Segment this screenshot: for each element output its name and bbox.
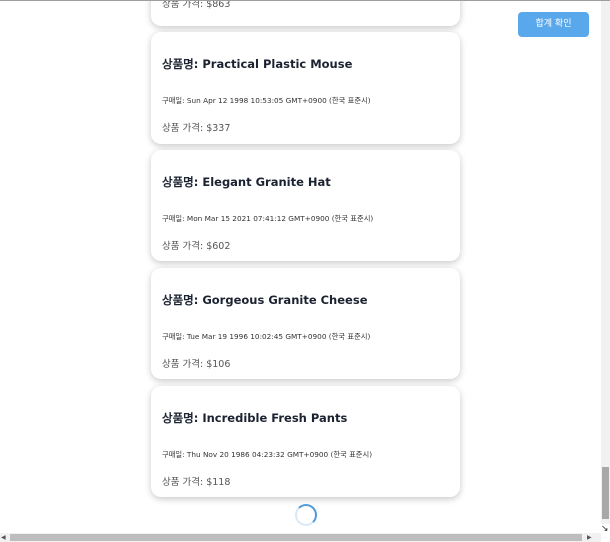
spinner-icon	[295, 504, 317, 526]
product-price: 상품 가격: $106	[162, 359, 231, 370]
product-list[interactable]: 상품 가격: $863 상품명: Practical Plastic Mouse…	[0, 1, 601, 533]
product-card: 상품명: Elegant Granite Hat 구매일: Mon Mar 15…	[151, 150, 460, 261]
product-name: 상품명: Incredible Fresh Pants	[162, 411, 348, 425]
product-card: 상품 가격: $863	[151, 1, 460, 26]
resize-handle-icon: ↘	[601, 524, 609, 534]
resize-handle[interactable]: ↘	[601, 524, 610, 542]
purchase-date: 구매일: Thu Nov 20 1986 04:23:32 GMT+0900 (…	[162, 450, 373, 459]
purchase-date: 구매일: Tue Mar 19 1996 10:02:45 GMT+0900 (…	[162, 332, 371, 341]
total-check-button[interactable]: 합계 확인	[518, 12, 589, 37]
purchase-date: 구매일: Sun Apr 12 1998 10:53:05 GMT+0900 (…	[162, 96, 371, 105]
purchase-date: 구매일: Mon Mar 15 2021 07:41:12 GMT+0900 (…	[162, 214, 374, 223]
product-price: 상품 가격: $118	[162, 477, 231, 488]
product-name: 상품명: Gorgeous Granite Cheese	[162, 293, 368, 307]
chevron-right-icon[interactable]: ▶	[587, 534, 592, 541]
product-card: 상품명: Incredible Fresh Pants 구매일: Thu Nov…	[151, 386, 460, 497]
vertical-scrollbar[interactable]	[601, 1, 610, 533]
product-price: 상품 가격: $863	[162, 1, 231, 10]
product-price: 상품 가격: $337	[162, 123, 231, 134]
product-price: 상품 가격: $602	[162, 241, 231, 252]
product-card: 상품명: Practical Plastic Mouse 구매일: Sun Ap…	[151, 32, 460, 144]
product-name: 상품명: Elegant Granite Hat	[162, 175, 331, 189]
product-name: 상품명: Practical Plastic Mouse	[162, 57, 353, 71]
chevron-left-icon[interactable]: ◀	[1, 534, 6, 541]
horizontal-scrollbar-thumb[interactable]	[10, 534, 582, 541]
horizontal-scrollbar[interactable]: ◀ ▶	[0, 533, 601, 542]
vertical-scrollbar-thumb[interactable]	[602, 467, 609, 519]
product-card: 상품명: Gorgeous Granite Cheese 구매일: Tue Ma…	[151, 268, 460, 379]
